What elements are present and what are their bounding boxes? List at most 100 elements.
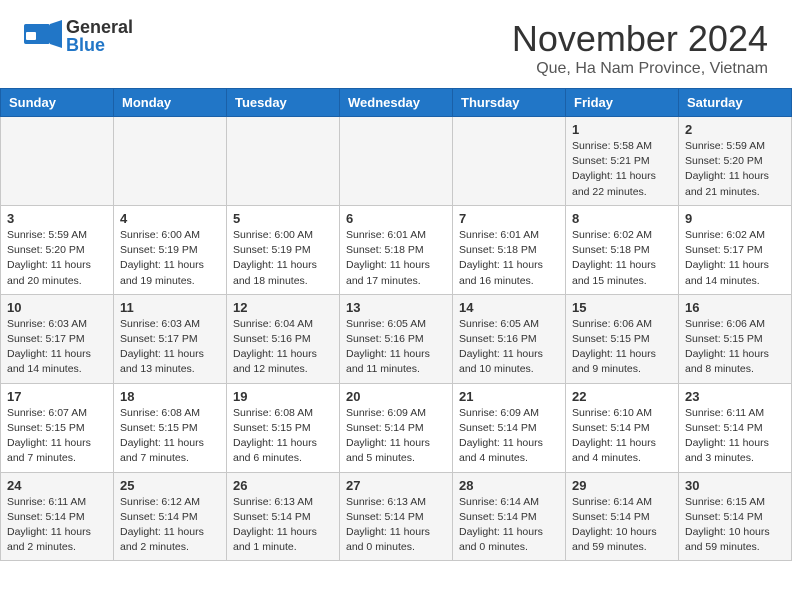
- logo: General Blue: [24, 18, 133, 54]
- month-title: November 2024: [512, 18, 768, 60]
- day-info: Sunrise: 6:08 AM Sunset: 5:15 PM Dayligh…: [120, 406, 220, 467]
- day-number: 27: [346, 478, 446, 493]
- day-number: 5: [233, 211, 333, 226]
- day-cell: 9 Sunrise: 6:02 AM Sunset: 5:17 PM Daylig…: [679, 205, 792, 294]
- day-info: Sunrise: 6:04 AM Sunset: 5:16 PM Dayligh…: [233, 317, 333, 378]
- day-info: Sunrise: 6:14 AM Sunset: 5:14 PM Dayligh…: [459, 495, 559, 556]
- title-block: November 2024 Que, Ha Nam Province, Viet…: [512, 18, 768, 78]
- day-cell: 13Sunrise: 6:05 AM Sunset: 5:16 PM Dayli…: [340, 294, 453, 383]
- day-cell: 2Sunrise: 5:59 AM Sunset: 5:20 PM Daylig…: [679, 117, 792, 206]
- day-info: Sunrise: 6:09 AM Sunset: 5:14 PM Dayligh…: [346, 406, 446, 467]
- day-info: Sunrise: 6:00 AM Sunset: 5:19 PM Dayligh…: [120, 228, 220, 289]
- day-cell: 16 Sunrise: 6:06 AM Sunset: 5:15 PM Dayli…: [679, 294, 792, 383]
- day-cell: 8 Sunrise: 6:02 AM Sunset: 5:18 PM Daylig…: [566, 205, 679, 294]
- day-cell: 15 Sunrise: 6:06 AM Sunset: 5:15 PM Dayli…: [566, 294, 679, 383]
- day-cell: 1 Sunrise: 5:58 AM Sunset: 5:21 PM Daylig…: [566, 117, 679, 206]
- week-row-5: 24 Sunrise: 6:11 AM Sunset: 5:14 PM Dayli…: [1, 472, 792, 561]
- day-cell: [114, 117, 227, 206]
- day-info: Sunrise: 5:59 AM Sunset: 5:20 PM Dayligh…: [685, 139, 785, 200]
- day-number: 3: [7, 211, 107, 226]
- day-cell: 29 Sunrise: 6:14 AM Sunset: 5:14 PM Dayli…: [566, 472, 679, 561]
- day-info: Sunrise: 6:00 AM Sunset: 5:19 PM Dayligh…: [233, 228, 333, 289]
- day-number: 29: [572, 478, 672, 493]
- day-cell: [340, 117, 453, 206]
- day-number: 17: [7, 389, 107, 404]
- logo-blue: Blue: [66, 36, 133, 54]
- day-info: Sunrise: 6:06 AM Sunset: 5:15 PM Dayligh…: [572, 317, 672, 378]
- week-row-3: 10Sunrise: 6:03 AM Sunset: 5:17 PM Dayli…: [1, 294, 792, 383]
- day-number: 18: [120, 389, 220, 404]
- weekday-header-monday: Monday: [114, 89, 227, 117]
- day-number: 8: [572, 211, 672, 226]
- day-number: 23: [685, 389, 785, 404]
- weekday-header-saturday: Saturday: [679, 89, 792, 117]
- day-number: 12: [233, 300, 333, 315]
- day-cell: 5 Sunrise: 6:00 AM Sunset: 5:19 PM Daylig…: [227, 205, 340, 294]
- day-cell: 11Sunrise: 6:03 AM Sunset: 5:17 PM Dayli…: [114, 294, 227, 383]
- day-cell: 21Sunrise: 6:09 AM Sunset: 5:14 PM Dayli…: [453, 383, 566, 472]
- day-number: 14: [459, 300, 559, 315]
- day-cell: [1, 117, 114, 206]
- day-info: Sunrise: 6:11 AM Sunset: 5:14 PM Dayligh…: [685, 406, 785, 467]
- day-info: Sunrise: 5:59 AM Sunset: 5:20 PM Dayligh…: [7, 228, 107, 289]
- day-number: 30: [685, 478, 785, 493]
- day-info: Sunrise: 6:15 AM Sunset: 5:14 PM Dayligh…: [685, 495, 785, 556]
- day-cell: 7Sunrise: 6:01 AM Sunset: 5:18 PM Daylig…: [453, 205, 566, 294]
- day-cell: 12 Sunrise: 6:04 AM Sunset: 5:16 PM Dayli…: [227, 294, 340, 383]
- weekday-header-tuesday: Tuesday: [227, 89, 340, 117]
- calendar: SundayMondayTuesdayWednesdayThursdayFrid…: [0, 88, 792, 561]
- day-info: Sunrise: 6:07 AM Sunset: 5:15 PM Dayligh…: [7, 406, 107, 467]
- day-info: Sunrise: 6:14 AM Sunset: 5:14 PM Dayligh…: [572, 495, 672, 556]
- day-cell: [227, 117, 340, 206]
- day-info: Sunrise: 6:08 AM Sunset: 5:15 PM Dayligh…: [233, 406, 333, 467]
- day-info: Sunrise: 6:02 AM Sunset: 5:18 PM Dayligh…: [572, 228, 672, 289]
- day-info: Sunrise: 6:06 AM Sunset: 5:15 PM Dayligh…: [685, 317, 785, 378]
- day-cell: 4 Sunrise: 6:00 AM Sunset: 5:19 PM Daylig…: [114, 205, 227, 294]
- day-cell: 3 Sunrise: 5:59 AM Sunset: 5:20 PM Daylig…: [1, 205, 114, 294]
- day-info: Sunrise: 6:01 AM Sunset: 5:18 PM Dayligh…: [346, 228, 446, 289]
- day-number: 11: [120, 300, 220, 315]
- day-cell: 25Sunrise: 6:12 AM Sunset: 5:14 PM Dayli…: [114, 472, 227, 561]
- day-cell: 27 Sunrise: 6:13 AM Sunset: 5:14 PM Dayli…: [340, 472, 453, 561]
- logo-icon: [24, 20, 62, 52]
- day-info: Sunrise: 5:58 AM Sunset: 5:21 PM Dayligh…: [572, 139, 672, 200]
- day-number: 4: [120, 211, 220, 226]
- week-row-2: 3 Sunrise: 5:59 AM Sunset: 5:20 PM Daylig…: [1, 205, 792, 294]
- week-row-4: 17 Sunrise: 6:07 AM Sunset: 5:15 PM Dayli…: [1, 383, 792, 472]
- day-cell: 17 Sunrise: 6:07 AM Sunset: 5:15 PM Dayli…: [1, 383, 114, 472]
- day-cell: 24 Sunrise: 6:11 AM Sunset: 5:14 PM Dayli…: [1, 472, 114, 561]
- day-cell: 14Sunrise: 6:05 AM Sunset: 5:16 PM Dayli…: [453, 294, 566, 383]
- day-number: 28: [459, 478, 559, 493]
- day-info: Sunrise: 6:13 AM Sunset: 5:14 PM Dayligh…: [346, 495, 446, 556]
- day-info: Sunrise: 6:02 AM Sunset: 5:17 PM Dayligh…: [685, 228, 785, 289]
- day-number: 16: [685, 300, 785, 315]
- day-info: Sunrise: 6:05 AM Sunset: 5:16 PM Dayligh…: [346, 317, 446, 378]
- day-number: 19: [233, 389, 333, 404]
- day-cell: [453, 117, 566, 206]
- week-row-1: 1 Sunrise: 5:58 AM Sunset: 5:21 PM Daylig…: [1, 117, 792, 206]
- day-number: 25: [120, 478, 220, 493]
- day-cell: 22Sunrise: 6:10 AM Sunset: 5:14 PM Dayli…: [566, 383, 679, 472]
- day-number: 6: [346, 211, 446, 226]
- page-header: General Blue November 2024 Que, Ha Nam P…: [0, 0, 792, 88]
- day-number: 22: [572, 389, 672, 404]
- weekday-header-friday: Friday: [566, 89, 679, 117]
- day-number: 26: [233, 478, 333, 493]
- day-cell: 19 Sunrise: 6:08 AM Sunset: 5:15 PM Dayli…: [227, 383, 340, 472]
- day-cell: 23 Sunrise: 6:11 AM Sunset: 5:14 PM Dayli…: [679, 383, 792, 472]
- day-number: 9: [685, 211, 785, 226]
- day-cell: 10Sunrise: 6:03 AM Sunset: 5:17 PM Dayli…: [1, 294, 114, 383]
- weekday-header-wednesday: Wednesday: [340, 89, 453, 117]
- day-number: 20: [346, 389, 446, 404]
- location: Que, Ha Nam Province, Vietnam: [512, 60, 768, 78]
- day-info: Sunrise: 6:11 AM Sunset: 5:14 PM Dayligh…: [7, 495, 107, 556]
- day-number: 1: [572, 122, 672, 137]
- day-number: 24: [7, 478, 107, 493]
- day-cell: 20 Sunrise: 6:09 AM Sunset: 5:14 PM Dayli…: [340, 383, 453, 472]
- day-number: 15: [572, 300, 672, 315]
- day-cell: 28 Sunrise: 6:14 AM Sunset: 5:14 PM Dayli…: [453, 472, 566, 561]
- day-number: 7: [459, 211, 559, 226]
- weekday-header-sunday: Sunday: [1, 89, 114, 117]
- day-info: Sunrise: 6:03 AM Sunset: 5:17 PM Dayligh…: [7, 317, 107, 378]
- day-cell: 6 Sunrise: 6:01 AM Sunset: 5:18 PM Daylig…: [340, 205, 453, 294]
